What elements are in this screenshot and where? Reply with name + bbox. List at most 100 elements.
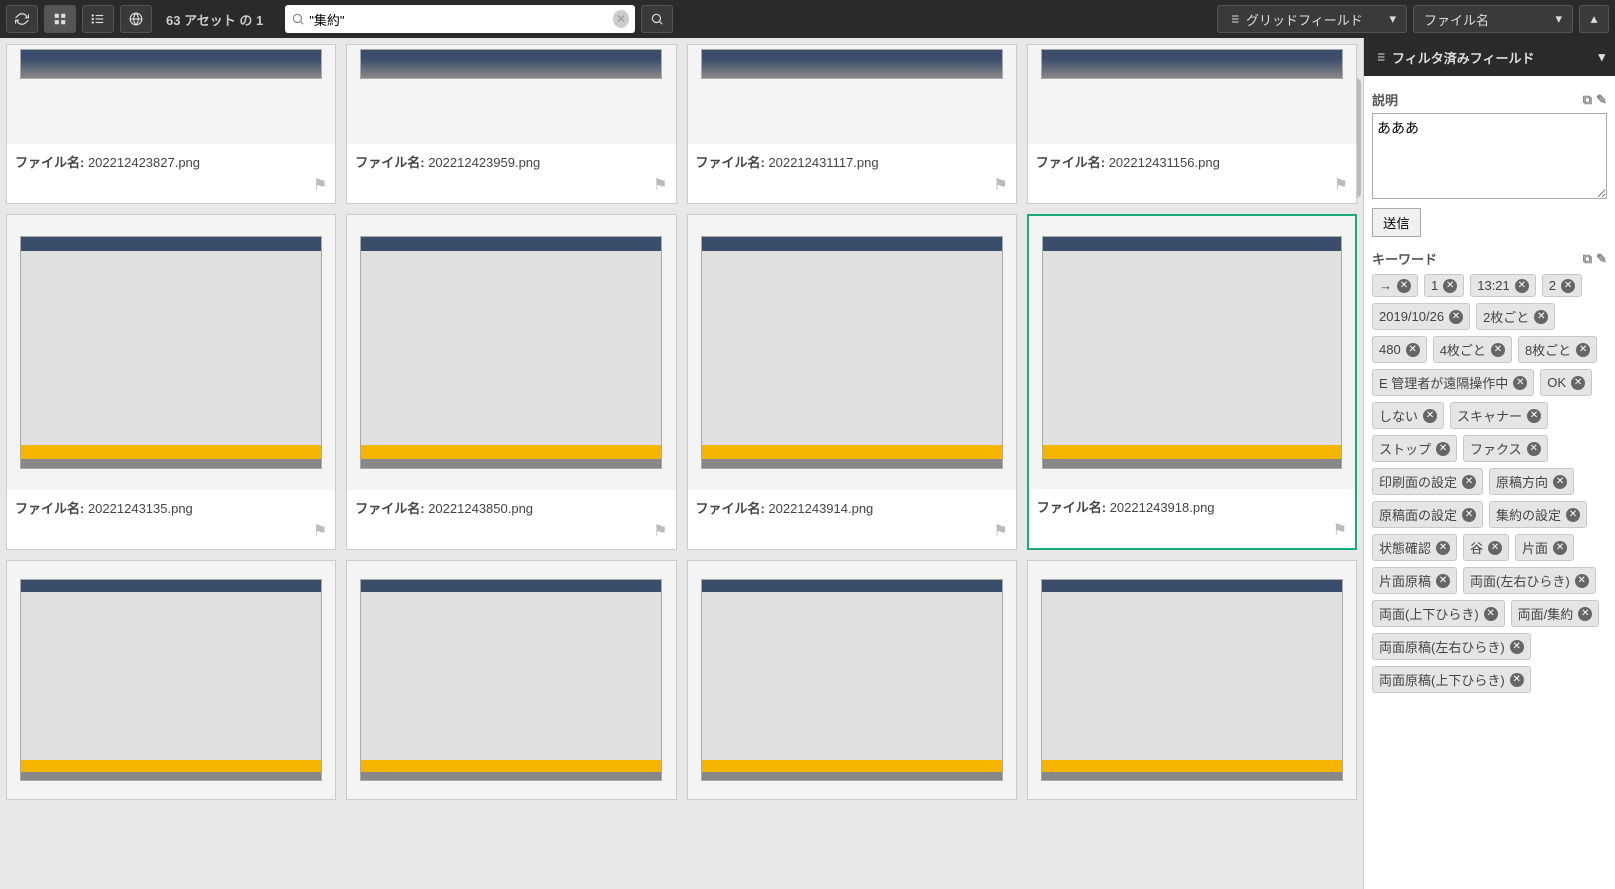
- asset-card[interactable]: ファイル名: 202212431117.png⚑: [687, 44, 1017, 204]
- keyword-tag[interactable]: 8枚ごと✕: [1518, 336, 1597, 363]
- keyword-tag[interactable]: 480✕: [1372, 336, 1427, 363]
- asset-grid-area[interactable]: ファイル名: 202212423827.png⚑ファイル名: 202212423…: [0, 38, 1363, 889]
- keyword-tag[interactable]: 印刷面の設定✕: [1372, 468, 1483, 495]
- remove-tag-icon[interactable]: ✕: [1443, 279, 1457, 293]
- keyword-tag[interactable]: 片面原稿✕: [1372, 567, 1457, 594]
- sort-dropdown[interactable]: ファイル名 ▾: [1413, 5, 1573, 33]
- remove-tag-icon[interactable]: ✕: [1527, 442, 1541, 456]
- keyword-tag[interactable]: OK✕: [1540, 369, 1592, 396]
- keyword-tag[interactable]: 1✕: [1424, 274, 1464, 297]
- keyword-tag[interactable]: E 管理者が遠隔操作中✕: [1372, 369, 1534, 396]
- flag-icon[interactable]: ⚑: [993, 175, 1007, 195]
- remove-tag-icon[interactable]: ✕: [1553, 475, 1567, 489]
- edit-icon[interactable]: ✎: [1596, 92, 1607, 108]
- flag-icon[interactable]: ⚑: [313, 175, 327, 195]
- flag-icon[interactable]: ⚑: [653, 521, 667, 541]
- remove-tag-icon[interactable]: ✕: [1566, 508, 1580, 522]
- edit-icon[interactable]: ✎: [1596, 251, 1607, 267]
- keyword-tag[interactable]: 両面原稿(左右ひらき)✕: [1372, 633, 1531, 660]
- keyword-tag[interactable]: 原稿面の設定✕: [1372, 501, 1483, 528]
- asset-card[interactable]: [687, 560, 1017, 800]
- remove-tag-icon[interactable]: ✕: [1462, 475, 1476, 489]
- grid-view-button[interactable]: [44, 5, 76, 33]
- remove-tag-icon[interactable]: ✕: [1484, 607, 1498, 621]
- flag-icon[interactable]: ⚑: [993, 521, 1007, 541]
- remove-tag-icon[interactable]: ✕: [1510, 640, 1524, 654]
- keyword-tag[interactable]: 両面/集約✕: [1511, 600, 1600, 627]
- remove-tag-icon[interactable]: ✕: [1462, 508, 1476, 522]
- asset-card[interactable]: ファイル名: 20221243135.png⚑: [6, 214, 336, 550]
- remove-tag-icon[interactable]: ✕: [1515, 279, 1529, 293]
- keyword-tag[interactable]: 両面原稿(上下ひらき)✕: [1372, 666, 1531, 693]
- search-box[interactable]: ✕: [285, 5, 635, 33]
- asset-card[interactable]: ファイル名: 202212423959.png⚑: [346, 44, 676, 204]
- asset-thumbnail[interactable]: [688, 45, 1016, 144]
- remove-tag-icon[interactable]: ✕: [1406, 343, 1420, 357]
- asset-card[interactable]: ファイル名: 20221243918.png⚑: [1027, 214, 1357, 550]
- flag-icon[interactable]: ⚑: [313, 521, 327, 541]
- grid-field-dropdown[interactable]: グリッドフィールド ▾: [1217, 5, 1407, 33]
- keyword-tag[interactable]: 状態確認✕: [1372, 534, 1457, 561]
- keyword-tag[interactable]: 2019/10/26✕: [1372, 303, 1470, 330]
- list-view-button[interactable]: [82, 5, 114, 33]
- asset-card[interactable]: ファイル名: 20221243914.png⚑: [687, 214, 1017, 550]
- asset-thumbnail[interactable]: [347, 215, 675, 490]
- remove-tag-icon[interactable]: ✕: [1436, 574, 1450, 588]
- asset-card[interactable]: [6, 560, 336, 800]
- asset-thumbnail[interactable]: [1029, 216, 1355, 489]
- refresh-button[interactable]: [6, 5, 38, 33]
- asset-card[interactable]: ファイル名: 202212431156.png⚑: [1027, 44, 1357, 204]
- copy-icon[interactable]: ⧉: [1583, 251, 1592, 267]
- remove-tag-icon[interactable]: ✕: [1561, 279, 1575, 293]
- asset-card[interactable]: [1027, 560, 1357, 800]
- asset-thumbnail[interactable]: [1028, 561, 1356, 799]
- keyword-tag[interactable]: 両面(左右ひらき)✕: [1463, 567, 1596, 594]
- search-submit-button[interactable]: [641, 5, 673, 33]
- clear-search-icon[interactable]: ✕: [613, 10, 629, 28]
- keyword-tag[interactable]: 13:21✕: [1470, 274, 1536, 297]
- remove-tag-icon[interactable]: ✕: [1527, 409, 1541, 423]
- remove-tag-icon[interactable]: ✕: [1488, 541, 1502, 555]
- globe-button[interactable]: [120, 5, 152, 33]
- description-textarea[interactable]: あああ: [1372, 113, 1607, 199]
- sort-direction-button[interactable]: ▴: [1579, 5, 1609, 33]
- keyword-tag[interactable]: 集約の設定✕: [1489, 501, 1587, 528]
- remove-tag-icon[interactable]: ✕: [1491, 343, 1505, 357]
- keyword-tag[interactable]: 4枚ごと✕: [1433, 336, 1512, 363]
- asset-card[interactable]: [346, 560, 676, 800]
- keyword-tag[interactable]: 2✕: [1542, 274, 1582, 297]
- asset-card[interactable]: ファイル名: 20221243850.png⚑: [346, 214, 676, 550]
- asset-thumbnail[interactable]: [7, 215, 335, 490]
- remove-tag-icon[interactable]: ✕: [1513, 376, 1527, 390]
- keyword-tag[interactable]: ファクス✕: [1463, 435, 1548, 462]
- keyword-tag[interactable]: 片面✕: [1515, 534, 1574, 561]
- sidebar-header[interactable]: フィルタ済みフィールド ▾: [1364, 38, 1615, 76]
- remove-tag-icon[interactable]: ✕: [1510, 673, 1524, 687]
- remove-tag-icon[interactable]: ✕: [1436, 541, 1450, 555]
- asset-thumbnail[interactable]: [347, 45, 675, 144]
- asset-thumbnail[interactable]: [688, 561, 1016, 799]
- keyword-tag[interactable]: しない✕: [1372, 402, 1444, 429]
- copy-icon[interactable]: ⧉: [1583, 92, 1592, 108]
- remove-tag-icon[interactable]: ✕: [1397, 279, 1411, 293]
- remove-tag-icon[interactable]: ✕: [1423, 409, 1437, 423]
- remove-tag-icon[interactable]: ✕: [1576, 343, 1590, 357]
- asset-card[interactable]: ファイル名: 202212423827.png⚑: [6, 44, 336, 204]
- flag-icon[interactable]: ⚑: [1333, 520, 1347, 540]
- search-input[interactable]: [309, 12, 613, 27]
- keyword-tag[interactable]: 両面(上下ひらき)✕: [1372, 600, 1505, 627]
- remove-tag-icon[interactable]: ✕: [1571, 376, 1585, 390]
- keyword-tag[interactable]: →✕: [1372, 274, 1418, 297]
- remove-tag-icon[interactable]: ✕: [1534, 310, 1548, 324]
- keyword-tag[interactable]: スキャナー✕: [1450, 402, 1548, 429]
- keyword-tag[interactable]: 谷✕: [1463, 534, 1509, 561]
- submit-button[interactable]: 送信: [1372, 208, 1421, 237]
- asset-thumbnail[interactable]: [7, 45, 335, 144]
- remove-tag-icon[interactable]: ✕: [1449, 310, 1463, 324]
- remove-tag-icon[interactable]: ✕: [1578, 607, 1592, 621]
- remove-tag-icon[interactable]: ✕: [1436, 442, 1450, 456]
- asset-thumbnail[interactable]: [688, 215, 1016, 490]
- keyword-tag[interactable]: 原稿方向✕: [1489, 468, 1574, 495]
- keyword-tag[interactable]: ストップ✕: [1372, 435, 1457, 462]
- remove-tag-icon[interactable]: ✕: [1575, 574, 1589, 588]
